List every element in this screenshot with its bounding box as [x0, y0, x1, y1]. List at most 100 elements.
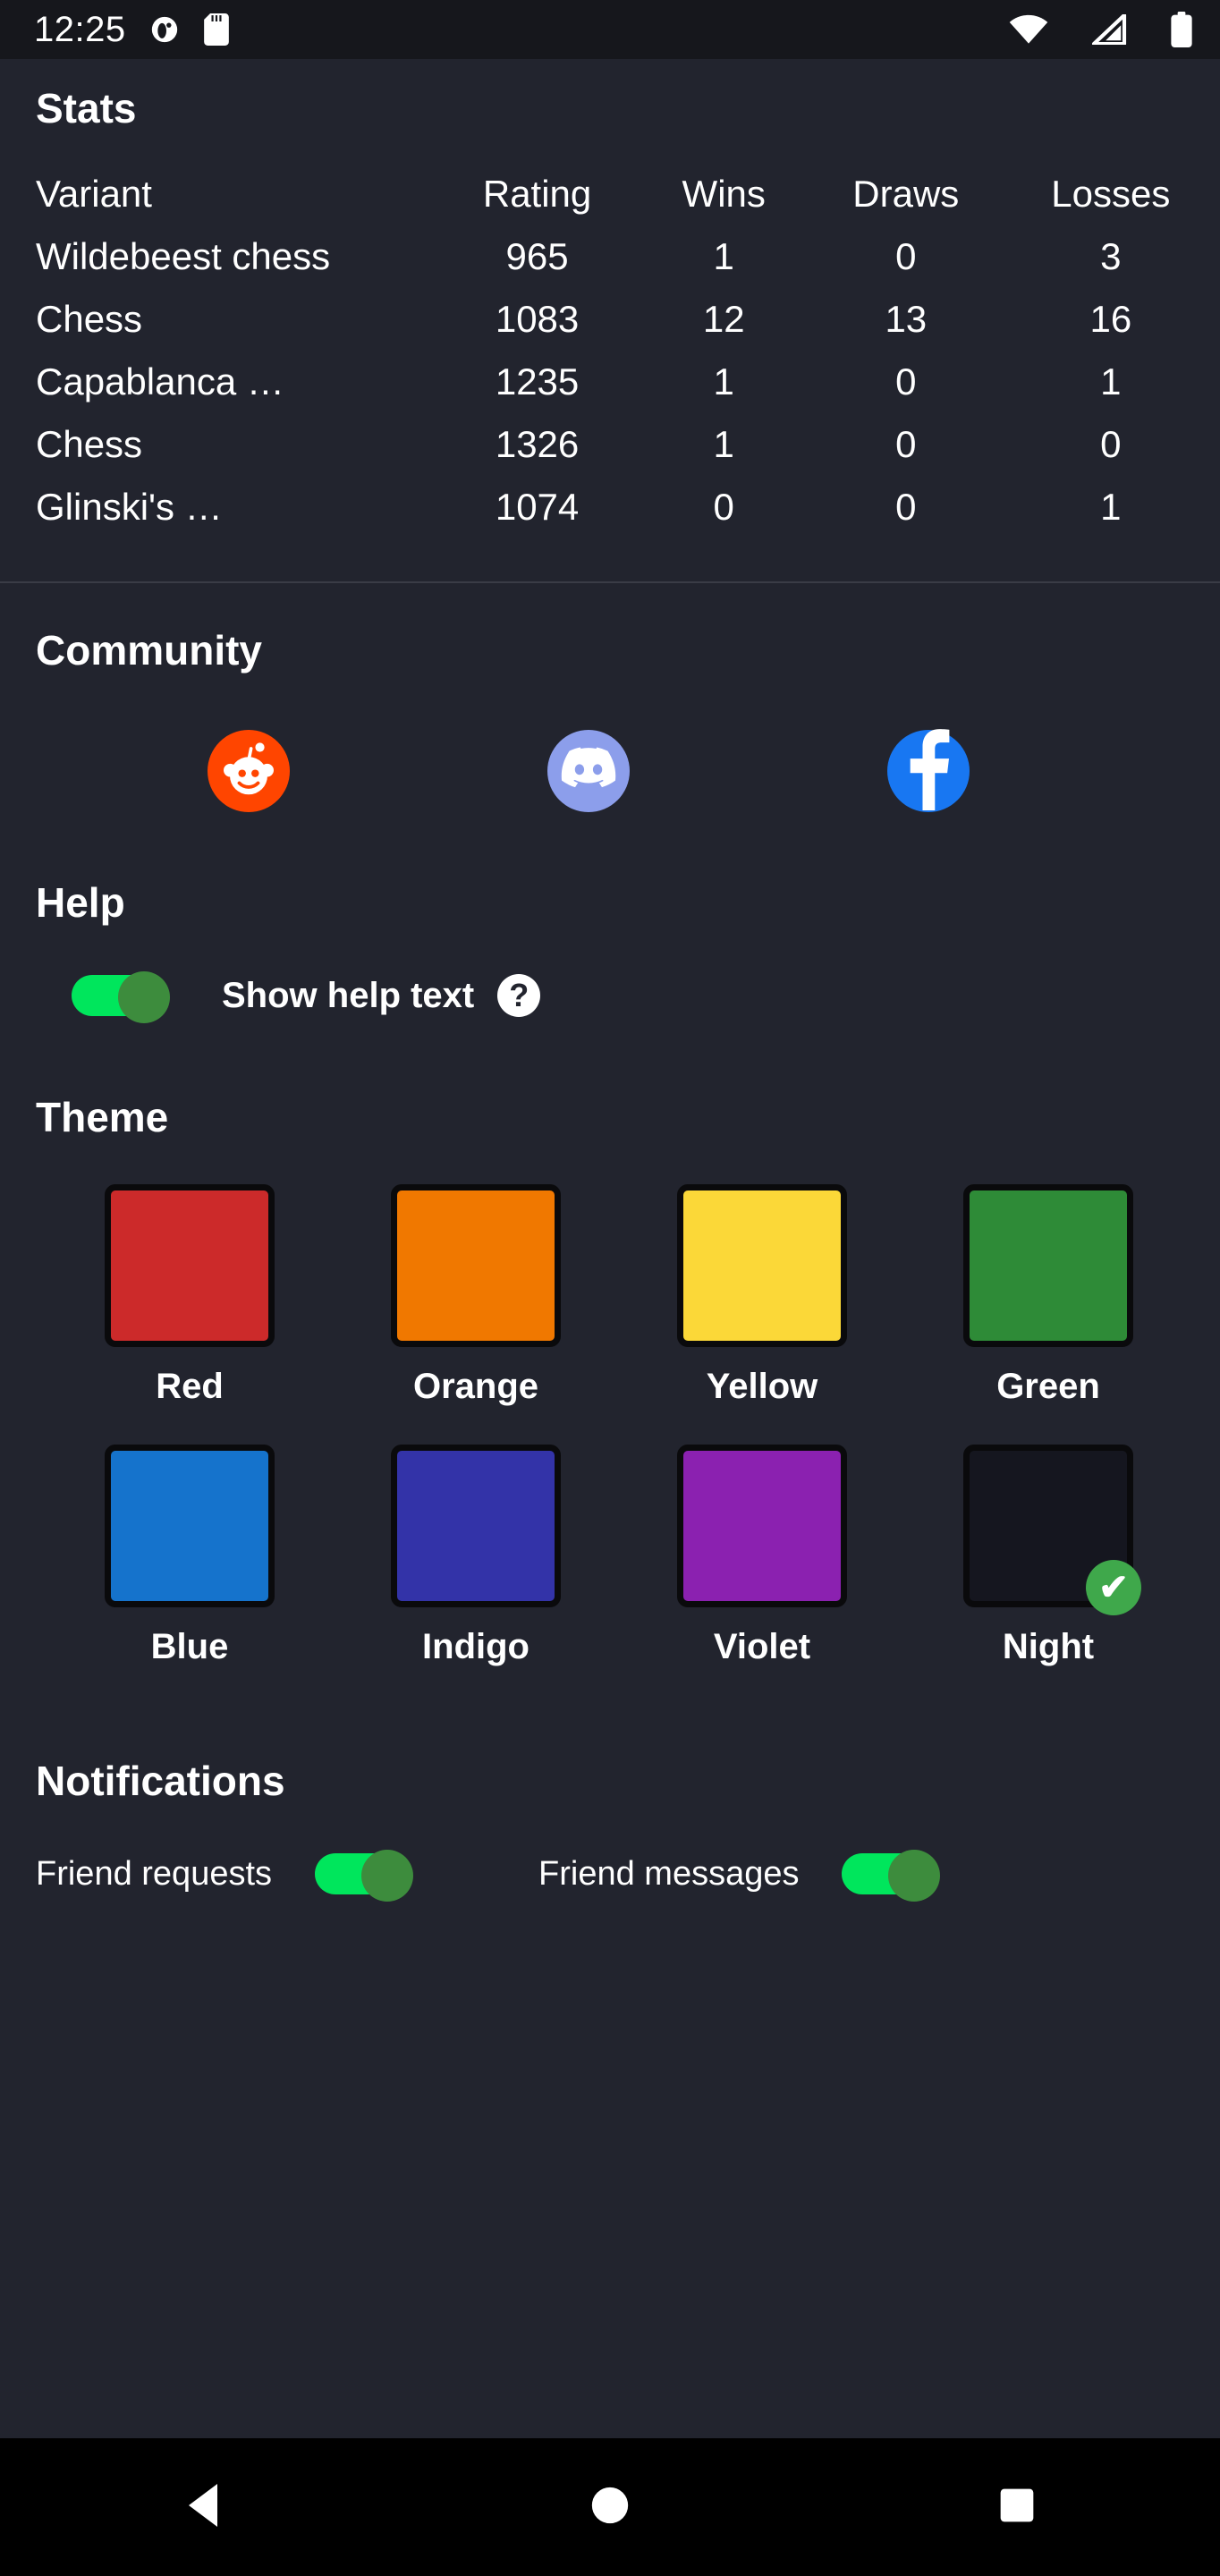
theme-label: Yellow [706, 1367, 818, 1406]
toggle-thumb [361, 1850, 414, 1902]
stats-col-wins: Wins [682, 173, 766, 215]
notifications-title: Notifications [36, 1758, 285, 1804]
theme-section: Theme Red Orange Yellow Green Blue Indig… [0, 1020, 1220, 1667]
cell-draws: 0 [895, 423, 917, 465]
theme-swatch-indigo[interactable]: Indigo [383, 1445, 569, 1667]
cell-losses: 16 [1089, 298, 1132, 340]
status-bar-right-icons [986, 12, 1193, 47]
help-section: Help Show help text ? [0, 812, 1220, 1023]
cell-draws: 0 [895, 235, 917, 277]
stats-table-header-row: Variant Rating Wins Draws Losses [0, 163, 1220, 225]
swatch-color: ✔ [963, 1445, 1141, 1615]
swatch-color [391, 1445, 561, 1607]
swatch-color [105, 1184, 275, 1347]
discord-icon [561, 741, 616, 801]
cell-wins: 1 [713, 423, 734, 465]
android-nav-bar [0, 2438, 1220, 2576]
help-question-icon[interactable]: ? [497, 974, 541, 1017]
community-title: Community [36, 627, 262, 674]
notifications-section: Notifications Friend requests Friend mes… [0, 1667, 1220, 1902]
cell-wins: 1 [713, 235, 734, 277]
social-links-row [0, 728, 1220, 815]
theme-swatch-red[interactable]: Red [97, 1184, 283, 1407]
cell-wins: 0 [713, 486, 734, 528]
table-row[interactable]: Capablanca … 1235 1 0 1 [0, 351, 1220, 413]
theme-swatch-yellow[interactable]: Yellow [669, 1184, 855, 1407]
sd-card-icon [203, 13, 230, 46]
table-row[interactable]: Wildebeest chess 965 1 0 3 [0, 225, 1220, 288]
cell-variant: Capablanca … [36, 360, 284, 402]
theme-label: Blue [150, 1627, 229, 1666]
friend-requests-item: Friend requests [36, 1850, 414, 1902]
reddit-button[interactable] [208, 730, 290, 812]
battery-icon [1170, 12, 1193, 47]
community-section: Community [0, 583, 1220, 812]
theme-swatch-orange[interactable]: Orange [383, 1184, 569, 1407]
cell-wins: 12 [702, 298, 745, 340]
help-title: Help [36, 879, 125, 926]
status-bar: 12:25 [0, 0, 1220, 59]
reddit-icon [217, 738, 280, 805]
phone-screen: 12:25 Stats Variant Rating Wins Draws Lo… [0, 0, 1220, 2576]
theme-swatch-blue[interactable]: Blue [97, 1445, 283, 1667]
cell-variant: Glinski's … [36, 486, 223, 528]
cell-rating: 1235 [495, 360, 580, 402]
theme-row-2: Blue Indigo Violet ✔ Night [0, 1445, 1220, 1667]
theme-swatch-green[interactable]: Green [955, 1184, 1141, 1407]
cell-losses: 3 [1100, 235, 1122, 277]
toggle-thumb [888, 1850, 941, 1902]
swatch-color [677, 1184, 847, 1347]
home-button[interactable] [521, 2438, 699, 2576]
friend-requests-toggle[interactable] [315, 1850, 414, 1902]
wifi-icon [1009, 14, 1048, 45]
friend-requests-label: Friend requests [36, 1854, 273, 1893]
theme-swatch-night[interactable]: ✔ Night [955, 1445, 1141, 1667]
cell-variant: Chess [36, 298, 143, 340]
stats-section: Stats Variant Rating Wins Draws Losses W… [0, 59, 1220, 583]
facebook-icon [887, 728, 970, 815]
clock-alarm-icon [149, 14, 180, 45]
stats-table: Variant Rating Wins Draws Losses Wildebe… [0, 163, 1220, 538]
selected-check-icon: ✔ [1086, 1560, 1141, 1615]
cell-losses: 1 [1100, 486, 1122, 528]
settings-content: Stats Variant Rating Wins Draws Losses W… [0, 59, 1220, 2438]
theme-label: Red [156, 1367, 224, 1406]
show-help-text-label: Show help text [222, 975, 475, 1015]
cell-variant: Wildebeest chess [36, 235, 331, 277]
cell-variant: Chess [36, 423, 143, 465]
recents-square-icon [999, 2487, 1035, 2528]
cell-rating: 1326 [495, 423, 580, 465]
table-row[interactable]: Chess 1326 1 0 0 [0, 413, 1220, 476]
swatch-color [677, 1445, 847, 1607]
cell-wins: 1 [713, 360, 734, 402]
cell-rating: 1074 [495, 486, 580, 528]
theme-title: Theme [36, 1094, 169, 1140]
cell-draws: 0 [895, 486, 917, 528]
stats-col-draws: Draws [852, 173, 960, 215]
theme-label: Green [996, 1367, 1100, 1406]
recents-button[interactable] [928, 2438, 1106, 2576]
facebook-button[interactable] [887, 728, 970, 815]
friend-messages-toggle[interactable] [842, 1850, 941, 1902]
cell-rating: 1083 [495, 298, 580, 340]
cell-losses: 0 [1100, 423, 1122, 465]
theme-label: Indigo [422, 1627, 530, 1666]
theme-swatch-violet[interactable]: Violet [669, 1445, 855, 1667]
discord-button[interactable] [547, 730, 630, 812]
back-triangle-icon [182, 2482, 225, 2533]
friend-messages-label: Friend messages [538, 1854, 800, 1893]
swatch-color [963, 1184, 1133, 1347]
back-button[interactable] [114, 2438, 292, 2576]
theme-label: Violet [713, 1627, 811, 1666]
theme-row-1: Red Orange Yellow Green [0, 1184, 1220, 1407]
notifications-row: Friend requests Friend messages [0, 1850, 1220, 1902]
status-bar-clock: 12:25 [34, 9, 126, 49]
show-help-text-toggle[interactable] [72, 971, 170, 1023]
table-row[interactable]: Glinski's … 1074 0 0 1 [0, 476, 1220, 538]
theme-label: Orange [412, 1367, 539, 1406]
swatch-color [391, 1184, 561, 1347]
stats-col-rating: Rating [482, 173, 592, 215]
home-circle-icon [590, 2486, 630, 2529]
table-row[interactable]: Chess 1083 12 13 16 [0, 288, 1220, 351]
toggle-thumb [118, 971, 170, 1023]
